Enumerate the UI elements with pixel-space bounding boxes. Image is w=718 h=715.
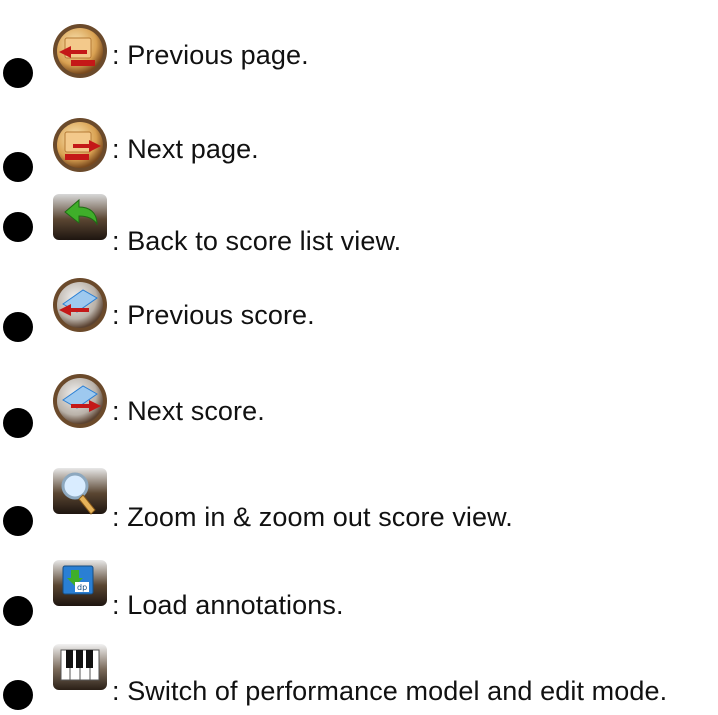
bullet (3, 596, 33, 626)
next-score-icon (49, 370, 111, 432)
bullet (3, 58, 33, 88)
previous-score-icon (49, 274, 111, 336)
list-item: : Next score. (0, 374, 718, 454)
list-item: : Previous score. (0, 278, 718, 358)
piano-keys-icon (49, 642, 111, 698)
item-label: : Load annotations. (112, 590, 344, 620)
item-label: : Switch of performance model and edit m… (112, 676, 668, 706)
magnifier-icon (49, 466, 111, 522)
list-item: : Switch of performance model and edit m… (0, 636, 718, 710)
list-item: : Zoom in & zoom out score view. (0, 468, 718, 548)
item-label: : Back to score list view. (112, 226, 402, 256)
bullet (3, 212, 33, 242)
item-label: : Zoom in & zoom out score view. (112, 502, 513, 532)
svg-text:dp: dp (77, 583, 87, 592)
list-item: : Back to score list view. (0, 194, 718, 268)
list-item: : Next page. (0, 114, 718, 186)
back-arrow-icon (49, 192, 111, 244)
item-label: : Previous score. (112, 300, 315, 330)
next-page-icon (49, 114, 111, 176)
bullet (3, 152, 33, 182)
previous-page-icon (49, 20, 111, 82)
bullet (3, 506, 33, 536)
list-item: : Previous page. (0, 20, 718, 92)
list-item: dp : Load annotations. (0, 560, 718, 632)
bullet (3, 408, 33, 438)
item-label: : Previous page. (112, 40, 309, 70)
load-annotations-icon: dp (49, 558, 111, 614)
item-label: : Next page. (112, 134, 259, 164)
bullet (3, 680, 33, 710)
item-label: : Next score. (112, 396, 265, 426)
bullet (3, 312, 33, 342)
